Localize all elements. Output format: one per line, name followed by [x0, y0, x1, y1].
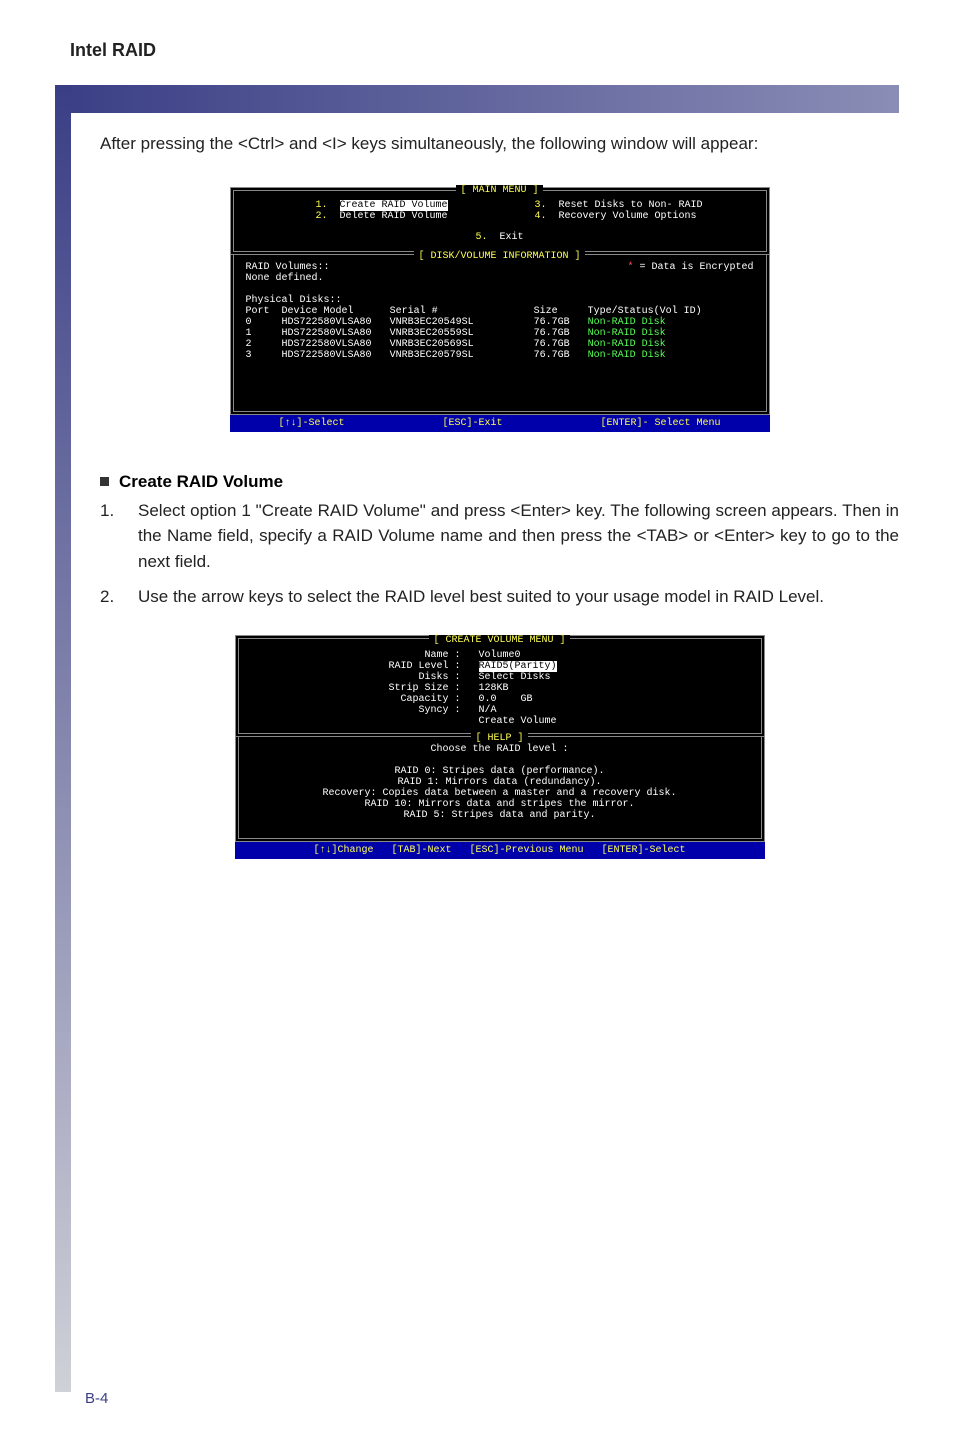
disk-header-row: Port Device Model Serial # Size Type/Sta…: [246, 306, 754, 317]
screenshot-main-menu: [ MAIN MENU ] 1. Create RAID Volume 2. D…: [230, 187, 770, 432]
disk-row: 1 HDS722580VLSA80 VNRB3EC20559SL 76.7GB …: [246, 328, 754, 339]
step-2-num: 2.: [100, 584, 124, 610]
section-title-text: Create RAID Volume: [119, 472, 283, 492]
screenshot-create-volume: [ CREATE VOLUME MENU ] Name : Volume0 RA…: [235, 635, 765, 859]
create-volume-action[interactable]: Create Volume: [479, 716, 557, 727]
encrypted-text: = Data is Encrypted: [633, 262, 753, 273]
footer-exit: [ESC]-Exit: [442, 418, 502, 429]
help-line: RAID 1: Mirrors data (redundancy).: [251, 777, 749, 788]
step-1-num: 1.: [100, 498, 124, 575]
step-1: 1. Select option 1 "Create RAID Volume" …: [100, 498, 899, 575]
raid-level-value[interactable]: RAID5(Parity): [479, 661, 557, 672]
menu-1-item[interactable]: Create RAID Volume: [340, 200, 448, 211]
step-2-text: Use the arrow keys to select the RAID le…: [138, 584, 899, 610]
menu-4-item[interactable]: Recovery Volume Options: [559, 211, 697, 222]
step-2: 2. Use the arrow keys to select the RAID…: [100, 584, 899, 610]
help-subtitle: Choose the RAID level :: [251, 744, 749, 755]
help-title: [ HELP ]: [471, 733, 527, 744]
menu-2-item[interactable]: Delete RAID Volume: [340, 211, 448, 222]
menu-1-num: 1.: [316, 200, 328, 211]
page-number: B-4: [85, 1390, 108, 1407]
disk-row: 2 HDS722580VLSA80 VNRB3EC20569SL 76.7GB …: [246, 339, 754, 350]
side-gradient: [55, 85, 71, 1392]
footer-bar-1: [↑↓]-Select [ESC]-Exit [ENTER]- Select M…: [230, 415, 770, 432]
none-defined: None defined.: [246, 273, 754, 284]
step-1-text: Select option 1 "Create RAID Volume" and…: [138, 498, 899, 575]
help-line: Recovery: Copies data between a master a…: [251, 788, 749, 799]
physical-disks-label: Physical Disks::: [246, 295, 754, 306]
intro-paragraph: After pressing the <Ctrl> and <I> keys s…: [100, 131, 899, 157]
disk-row: 3 HDS722580VLSA80 VNRB3EC20579SL 76.7GB …: [246, 350, 754, 361]
footer-enter: [ENTER]- Select Menu: [600, 418, 720, 429]
menu-3-num: 3.: [535, 200, 547, 211]
main-menu-title: [ MAIN MENU ]: [456, 185, 542, 196]
page-header: Intel RAID: [70, 40, 899, 61]
menu-3-item[interactable]: Reset Disks to Non- RAID: [559, 200, 703, 211]
menu-5-num: 5.: [475, 232, 487, 243]
disk-row: 0 HDS722580VLSA80 VNRB3EC20549SL 76.7GB …: [246, 317, 754, 328]
help-line: RAID 5: Stripes data and parity.: [251, 810, 749, 821]
menu-5-item[interactable]: Exit: [500, 232, 524, 243]
footer-bar-2: [↑↓]Change [TAB]-Next [ESC]-Previous Men…: [235, 842, 765, 859]
menu-2-num: 2.: [316, 211, 328, 222]
section-title: Create RAID Volume: [100, 472, 899, 492]
disks-value[interactable]: Select Disks: [479, 672, 551, 683]
menu-4-num: 4.: [535, 211, 547, 222]
footer-select: [↑↓]-Select: [278, 418, 344, 429]
disk-info-title: [ DISK/VOLUME INFORMATION ]: [414, 251, 584, 262]
create-menu-title: [ CREATE VOLUME MENU ]: [429, 635, 569, 646]
help-line: RAID 10: Mirrors data and stripes the mi…: [251, 799, 749, 810]
raid-volumes-label: RAID Volumes::: [246, 262, 330, 273]
help-line: RAID 0: Stripes data (performance).: [251, 766, 749, 777]
